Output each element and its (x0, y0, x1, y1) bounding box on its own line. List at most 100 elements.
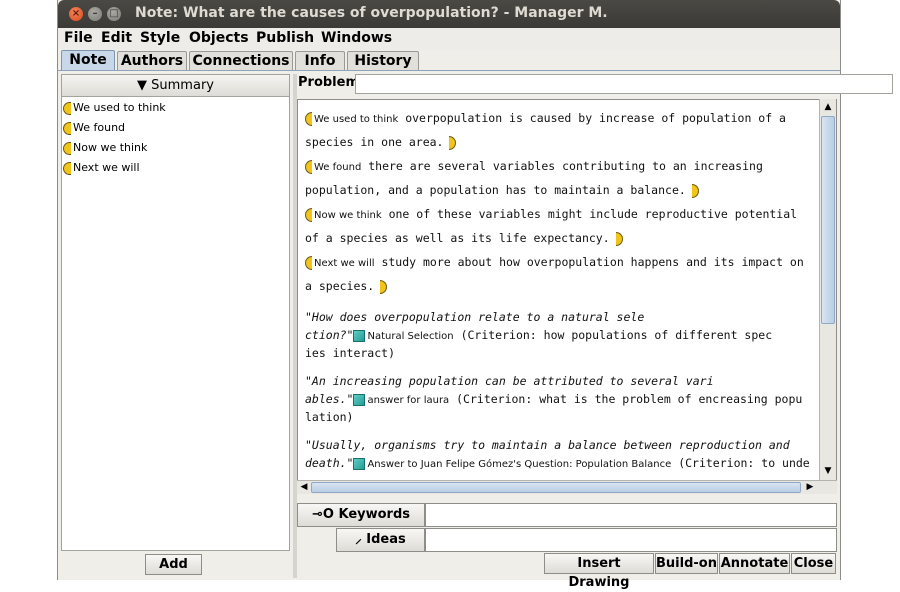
annotate-button[interactable]: Annotate (719, 553, 790, 574)
text-line: We found there are several variables con… (305, 154, 811, 178)
menu-edit[interactable]: Edit (101, 30, 132, 46)
criterion-text: ies interact) (305, 346, 396, 360)
summary-header[interactable]: ▼ Summary (62, 75, 289, 97)
ideas-button[interactable]: ⸝ Ideas (336, 528, 425, 552)
sort-down-icon: ▼ (137, 78, 152, 93)
text-line: species in one area. (305, 130, 811, 154)
tab-authors[interactable]: Authors (117, 51, 187, 71)
window-title: Note: What are the causes of overpopulat… (135, 5, 608, 21)
reference-link[interactable]: Natural Selection (367, 331, 453, 342)
key-icon: ⊸O (311, 507, 339, 522)
close-button[interactable]: Close (791, 553, 836, 574)
criterion-text: (Criterion: what is the problem of encre… (456, 392, 803, 406)
scaffold-tag[interactable]: Next we will (314, 258, 375, 269)
reference-link[interactable]: Answer to Juan Felipe Gómez's Question: … (367, 459, 671, 470)
problem-field[interactable] (355, 74, 893, 94)
note-text: population, and a population has to main… (305, 183, 686, 197)
scaffold-tag[interactable]: We found (314, 162, 361, 173)
scaffold-bracket-icon (63, 162, 71, 175)
build-on-button[interactable]: Build-on (655, 553, 718, 574)
criterion-text: (Criterion: how populations of different… (460, 328, 773, 342)
note-text: a species. (305, 279, 375, 293)
scroll-up-icon[interactable]: ▲ (821, 100, 835, 114)
scroll-right-icon[interactable]: ▶ (804, 481, 816, 494)
tab-history[interactable]: History (347, 51, 419, 71)
reference-link-icon[interactable] (353, 457, 366, 470)
menu-windows[interactable]: Windows (321, 30, 392, 46)
quote-line: death." Answer to Juan Felipe Gómez's Que… (305, 454, 811, 472)
add-button[interactable]: Add (145, 554, 202, 575)
note-text: study more about how overpopulation happ… (381, 255, 804, 269)
menu-file[interactable]: File (64, 30, 93, 46)
tab-info[interactable]: Info (295, 51, 345, 71)
reference-link-icon[interactable] (353, 393, 366, 406)
list-item[interactable]: Next we will (62, 158, 289, 178)
menu-publish[interactable]: Publish (256, 30, 314, 46)
scaffold-open-icon (305, 255, 312, 270)
scaffold-open-icon (305, 207, 312, 222)
insert-drawing-button[interactable]: Insert Drawing (544, 553, 654, 590)
quote-line: ction?" Natural Selection (Criterion: how… (305, 326, 811, 344)
list-item[interactable]: Now we think (62, 138, 289, 158)
text-line: We used to think overpopulation is cause… (305, 106, 811, 130)
tab-connections[interactable]: Connections (189, 51, 293, 71)
scaffold-tag[interactable]: We used to think (314, 114, 398, 125)
text-line: of a species as well as its life expecta… (305, 226, 811, 250)
summary-header-label: Summary (151, 78, 214, 93)
scroll-left-icon[interactable]: ◀ (298, 481, 310, 494)
maximize-window-icon[interactable]: □ (107, 7, 121, 21)
scaffold-close-icon (449, 135, 457, 150)
quote-text: "Usually, organisms try to maintain a ba… (305, 438, 790, 452)
text-line: population, and a population has to main… (305, 178, 811, 202)
menu-style[interactable]: Style (140, 30, 180, 46)
reference-link-icon[interactable] (353, 329, 366, 342)
scaffold-open-icon (305, 159, 312, 174)
scroll-down-icon[interactable]: ▼ (821, 464, 835, 478)
note-text: one of these variables might include rep… (388, 207, 798, 221)
list-item[interactable]: We found (62, 118, 289, 138)
list-item-label: We used to think (73, 101, 166, 114)
horizontal-scroll-thumb[interactable] (311, 482, 801, 493)
list-item[interactable]: We used to think (62, 98, 289, 118)
text-line: Now we think one of these variables migh… (305, 202, 811, 226)
menu-objects[interactable]: Objects (189, 30, 249, 46)
keywords-label: Keywords (338, 507, 411, 522)
minimize-window-icon[interactable]: – (88, 7, 102, 21)
title-bar: × – □ Note: What are the causes of overp… (58, 0, 840, 28)
scaffold-open-icon (305, 111, 312, 126)
scaffold-close-icon (691, 183, 699, 198)
horizontal-scrollbar[interactable]: ◀ ▶ (297, 480, 837, 494)
reference-link[interactable]: answer for laura (367, 395, 449, 406)
ideas-label: Ideas (366, 532, 406, 547)
close-window-icon[interactable]: × (69, 7, 83, 21)
scaffold-tag[interactable]: Now we think (314, 210, 382, 221)
quote-text: "How does overpopulation relate to a nat… (305, 310, 645, 324)
keywords-button[interactable]: ⊸O Keywords (297, 503, 425, 527)
note-text: there are several variables contributing… (368, 159, 763, 173)
quote-text: ction?" (305, 328, 354, 342)
keywords-field[interactable] (425, 503, 837, 527)
tab-divider (58, 70, 840, 71)
scaffold-bracket-icon (63, 102, 71, 115)
tab-note[interactable]: Note (61, 50, 115, 71)
summary-list: We used to think We found Now we think N… (62, 98, 289, 178)
vertical-scrollbar[interactable]: ▲ ▼ (819, 99, 836, 481)
scaffold-close-icon (615, 231, 623, 246)
note-content: We used to think overpopulation is cause… (305, 106, 811, 472)
application-window: × – □ Note: What are the causes of overp… (57, 0, 893, 590)
ideas-field[interactable] (425, 528, 837, 552)
quote-block: "An increasing population can be attribu… (305, 372, 811, 426)
note-editor[interactable]: We used to think overpopulation is cause… (297, 99, 837, 481)
quote-block: "How does overpopulation relate to a nat… (305, 308, 811, 362)
quote-line: ables." answer for laura (Criterion: what… (305, 390, 811, 408)
vertical-scroll-thumb[interactable] (821, 116, 835, 324)
note-text: of a species as well as its life expecta… (305, 231, 610, 245)
summary-panel: ▼ Summary We used to think We found Now … (61, 74, 290, 551)
list-item-label: Now we think (73, 141, 148, 154)
text-line: Next we will study more about how overpo… (305, 250, 811, 274)
list-item-label: Next we will (73, 161, 140, 174)
criterion-text: lation) (305, 410, 354, 424)
scaffold-close-icon (380, 279, 388, 294)
list-item-label: We found (73, 121, 126, 134)
quote-text: ables." (305, 392, 354, 406)
